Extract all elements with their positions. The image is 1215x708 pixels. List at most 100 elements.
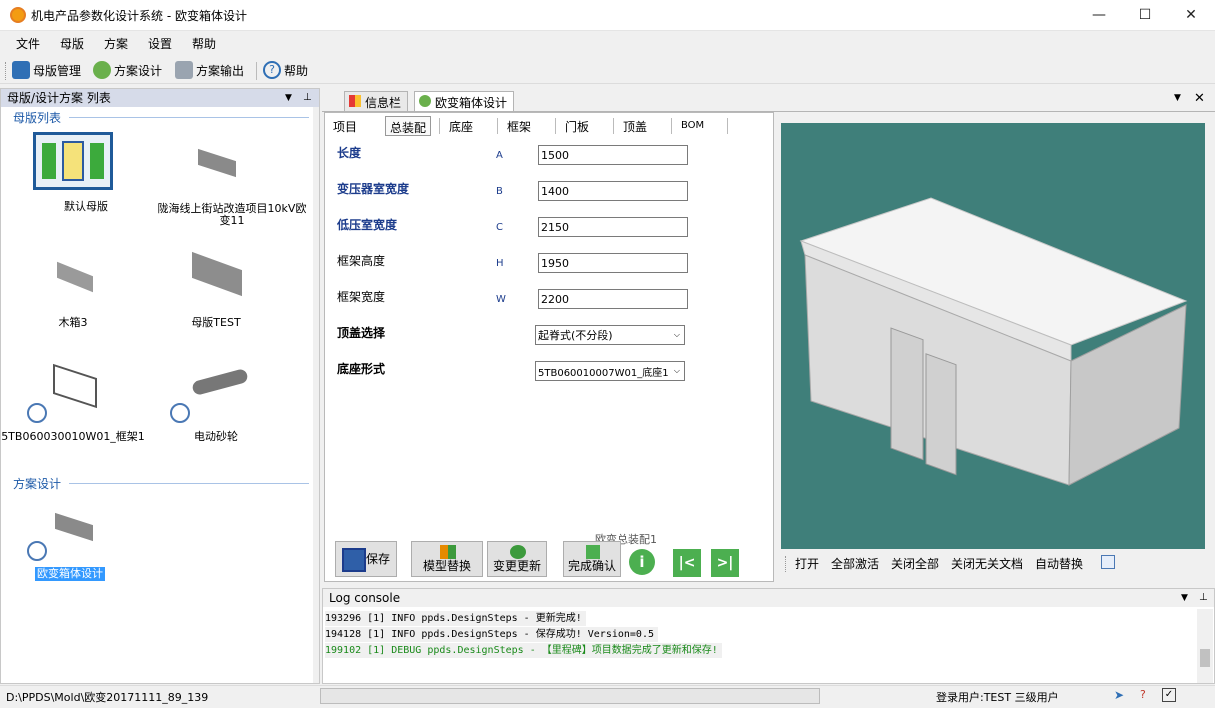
update-label: 变更更新	[492, 559, 541, 573]
tab-info-label: 信息栏	[365, 96, 402, 110]
menu-settings[interactable]: 设置	[148, 35, 172, 52]
subtab-frame[interactable]: 框架	[507, 116, 531, 136]
master-item[interactable]: 木箱3	[11, 243, 161, 333]
master-thumbnail	[33, 132, 113, 190]
first-step-icon[interactable]: |<	[673, 549, 701, 577]
output-button[interactable]: 方案输出	[175, 60, 244, 80]
field-label-frame-width: 框架宽度	[337, 290, 386, 304]
title-bar: 机电产品参数化设计系统 - 欧变箱体设计 — ☐ ✕	[0, 0, 1215, 31]
progress-bar	[320, 688, 820, 704]
group-divider	[69, 117, 309, 118]
master-item[interactable]: 默认母版	[11, 127, 161, 227]
subtab-door[interactable]: 门板	[565, 116, 589, 136]
left-scrollbar[interactable]	[313, 107, 319, 683]
master-icon	[12, 61, 30, 79]
toolbar-grip	[5, 62, 7, 80]
window-title: 机电产品参数化设计系统 - 欧变箱体设计	[31, 9, 247, 23]
subtab-assembly[interactable]: 总装配	[385, 116, 432, 136]
frame-height-input[interactable]	[538, 253, 688, 273]
master-thumbnail	[168, 131, 270, 199]
activate-all-button[interactable]: 全部激活	[831, 555, 879, 572]
console-header: Log console ▼ ⊥	[323, 589, 1214, 607]
menu-file[interactable]: 文件	[16, 35, 40, 52]
field-label-lv-width: 低压室宽度	[337, 218, 398, 232]
tab-separator	[613, 118, 614, 134]
master-item[interactable]: 电动砂轮	[154, 355, 310, 449]
menu-design[interactable]: 方案	[104, 35, 128, 52]
design-item[interactable]: 欧变箱体设计	[11, 493, 161, 585]
replace-label: 模型替换	[422, 559, 471, 573]
subtab-base[interactable]: 底座	[449, 116, 473, 136]
doc-close-icon[interactable]: ✕	[1194, 91, 1205, 106]
confirm-button[interactable]: 完成确认	[563, 541, 621, 577]
console-menu-icon[interactable]: ▼	[1181, 589, 1188, 607]
tab-info[interactable]: 信息栏	[344, 91, 409, 111]
checkbox-icon[interactable]: ✓	[1162, 688, 1176, 702]
auto-replace-button[interactable]: 自动替换	[1035, 555, 1083, 572]
info-tab-icon	[349, 95, 361, 107]
toolbar-grip	[785, 556, 787, 572]
close-all-button[interactable]: 关闭全部	[891, 555, 939, 572]
last-step-icon[interactable]: >|	[711, 549, 739, 577]
master-label: 木箱3	[58, 316, 88, 329]
tab-separator	[727, 118, 728, 134]
group-designs-header: 方案设计	[13, 477, 62, 491]
roof-label: 顶盖选择	[337, 326, 386, 340]
scrollbar-thumb[interactable]	[1200, 649, 1210, 667]
group-masters-header: 母版列表	[13, 111, 62, 125]
tab-box-design[interactable]: 欧变箱体设计	[414, 91, 515, 111]
menu-master[interactable]: 母版	[60, 35, 84, 52]
base-select[interactable]: 5TB060010007W01_底座1 ⌵	[535, 361, 685, 381]
console-scrollbar[interactable]	[1197, 609, 1213, 683]
master-item[interactable]: 陇海线上街站改造项目10kV欧变11	[154, 127, 310, 227]
master-item[interactable]: 母版TEST	[154, 243, 310, 333]
printer-icon	[175, 61, 193, 79]
status-path: D:\PPDS\Mold\欧变20171111_89_139	[6, 691, 209, 704]
info-icon[interactable]: i	[629, 549, 655, 575]
user-icon	[27, 541, 47, 561]
pin-icon[interactable]: ⊥	[1199, 589, 1208, 607]
save-button[interactable]: 保存	[335, 541, 397, 577]
field-label-frame-height: 框架高度	[337, 254, 386, 268]
lv-width-input[interactable]	[538, 217, 688, 237]
close-button[interactable]: ✕	[1168, 0, 1214, 31]
master-manage-button[interactable]: 母版管理	[12, 60, 81, 80]
panel-menu-icon[interactable]: ▼	[285, 89, 292, 107]
design-icon	[93, 61, 111, 79]
status-user: 登录用户:TEST 三级用户	[936, 691, 1059, 704]
pin-icon[interactable]: ⊥	[303, 89, 312, 107]
transformer-width-input[interactable]	[538, 181, 688, 201]
tab-separator	[439, 118, 440, 134]
replace-icon	[440, 545, 456, 559]
subtab-bom[interactable]: BOM	[681, 116, 704, 136]
send-icon[interactable]: ➤	[1114, 688, 1124, 702]
help-button[interactable]: ? 帮助	[263, 60, 308, 80]
master-thumbnail	[168, 245, 270, 313]
log-line-debug: 199102 [1] DEBUG ppds.DesignSteps - 【里程碑…	[325, 643, 722, 658]
maximize-button[interactable]: ☐	[1122, 0, 1168, 31]
roof-select[interactable]: 起脊式(不分段) ⌵	[535, 325, 685, 345]
user-icon	[27, 403, 47, 423]
model-replace-button[interactable]: 模型替换	[411, 541, 483, 577]
length-input[interactable]	[538, 145, 688, 165]
3d-viewport[interactable]	[781, 123, 1205, 549]
open-button[interactable]: 打开	[795, 555, 819, 572]
change-update-button[interactable]: 变更更新	[487, 541, 547, 577]
fit-view-icon[interactable]	[1101, 555, 1115, 569]
menu-help[interactable]: 帮助	[192, 35, 216, 52]
design-label-selected: 欧变箱体设计	[35, 567, 105, 581]
close-unrelated-button[interactable]: 关闭无关文档	[951, 555, 1023, 572]
help-status-icon[interactable]: ?	[1140, 688, 1146, 701]
frame-width-input[interactable]	[538, 289, 688, 309]
save-label: 保存	[365, 551, 390, 566]
master-item[interactable]: 5TB060030010W01_框架1	[1, 355, 161, 449]
design-button[interactable]: 方案设计	[93, 60, 162, 80]
subtab-project[interactable]: 项目	[333, 116, 357, 136]
minimize-button[interactable]: —	[1076, 0, 1122, 31]
master-label: 母版TEST	[191, 316, 241, 329]
chevron-down-icon: ⌵	[673, 366, 680, 375]
doc-menu-icon[interactable]: ▼	[1174, 93, 1181, 103]
subtab-roof[interactable]: 顶盖	[623, 116, 647, 136]
roof-select-value: 起脊式(不分段)	[538, 329, 613, 342]
design-tab-icon	[419, 95, 431, 107]
